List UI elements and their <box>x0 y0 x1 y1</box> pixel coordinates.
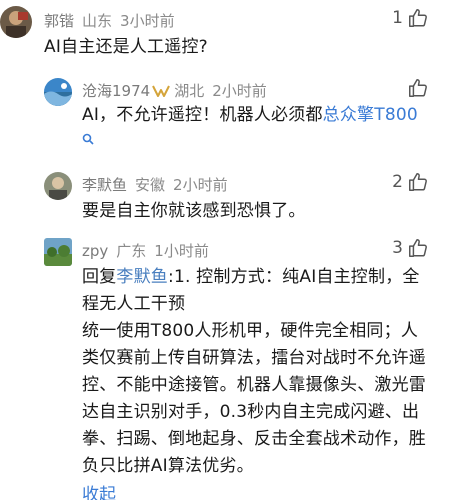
collapse-button[interactable]: 收起 <box>82 480 116 500</box>
comment-1: 郭锴 山东 3小时前 AI自主还是人工遥控? 1 <box>0 0 449 70</box>
comment-line: 回复李默鱼:1. 控制方式：纯AI自主控制，全 <box>82 264 432 291</box>
thumbs-up-icon <box>407 77 429 99</box>
region: 安徽 <box>135 176 166 194</box>
reply-mention[interactable]: 李默鱼 <box>116 267 168 287</box>
comment-line: 达自主识别对手，0.3秒内自主完成闪避、出 <box>82 402 420 422</box>
region: 山东 <box>82 12 113 30</box>
reply-prefix: 回复 <box>82 267 117 287</box>
thumbs-up-icon <box>407 7 429 29</box>
comment-3: 李默鱼 安徽 2小时前 要是自主你就该感到恐惧了。 2 <box>0 166 449 232</box>
comment-meta: zpy 广东 1小时前 <box>82 240 209 261</box>
comment-text: 要是自主你就该感到恐惧了。 <box>82 201 306 221</box>
timestamp: 2小时前 <box>173 176 228 194</box>
like-count: 2 <box>392 172 403 192</box>
avatar[interactable] <box>44 238 72 266</box>
timestamp: 3小时前 <box>120 12 175 30</box>
comment-line: 类仅赛前上传自研算法，擂台对战时不允许遥 <box>82 348 426 368</box>
avatar[interactable] <box>44 78 72 106</box>
comment-4: zpy 广东 1小时前 回复李默鱼:1. 控制方式：纯AI自主控制，全 程无人工干预… <box>0 232 449 500</box>
timestamp: 2小时前 <box>212 82 267 100</box>
avatar[interactable] <box>0 6 32 38</box>
comment-line: 拳、扫踢、倒地起身、反击全套战术动作，胜 <box>82 429 426 449</box>
comment-meta: 郭锴 山东 3小时前 <box>44 10 175 31</box>
avatar[interactable] <box>44 172 72 200</box>
comment-line: 统一使用T800人形机甲，硬件完全相同；人 <box>82 321 419 341</box>
comment-line: 负只比拼AI算法优劣。 <box>82 456 254 476</box>
username[interactable]: 李默鱼 <box>82 176 127 194</box>
like-button[interactable]: 3 <box>392 237 429 259</box>
comment-text: 回复李默鱼:1. 控制方式：纯AI自主控制，全 程无人工干预 统一使用T800人… <box>82 264 432 480</box>
thumbs-up-icon <box>407 171 429 193</box>
like-count: 3 <box>392 238 403 258</box>
vip-badge-icon <box>152 84 171 102</box>
comment-2: 沧海1974 湖北 2小时前 AI，不允许遥控！机器人必须都总众擎T800 <box>0 70 449 158</box>
username[interactable]: 沧海1974 <box>82 82 150 100</box>
comment-meta: 李默鱼 安徽 2小时前 <box>82 174 228 195</box>
comment-text: AI，不允许遥控！机器人必须都总众擎T800 <box>82 102 418 129</box>
comment-meta: 沧海1974 湖北 2小时前 <box>82 80 267 102</box>
keyword-link[interactable]: 总众擎T800 <box>323 105 418 125</box>
username[interactable]: zpy <box>82 242 108 260</box>
search-icon[interactable] <box>82 133 94 148</box>
thumbs-up-icon <box>407 237 429 259</box>
comment-line: 程无人工干预 <box>82 294 186 314</box>
like-button[interactable]: 1 <box>392 7 429 29</box>
timestamp: 1小时前 <box>154 242 209 260</box>
comment-line-text: :1. 控制方式：纯AI自主控制，全 <box>168 267 420 287</box>
region: 湖北 <box>174 82 205 100</box>
comment-text: AI自主还是人工遥控? <box>44 37 208 57</box>
comment-line: 控、不能中途接管。机器人靠摄像头、激光雷 <box>82 375 426 395</box>
region: 广东 <box>116 242 147 260</box>
username[interactable]: 郭锴 <box>44 12 74 30</box>
like-button[interactable] <box>403 77 429 99</box>
comment-text-prefix: AI，不允许遥控！机器人必须都 <box>82 105 323 125</box>
like-button[interactable]: 2 <box>392 171 429 193</box>
like-count: 1 <box>392 8 403 28</box>
